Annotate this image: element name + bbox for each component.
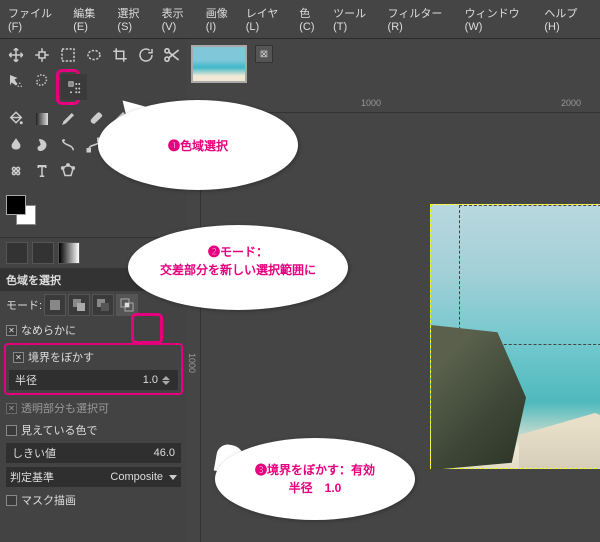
free-select-icon[interactable] [30, 69, 54, 93]
callout-2: ❷モード： 交差部分を新しい選択範囲に [128, 225, 348, 310]
gradient-preview-icon[interactable] [58, 242, 80, 264]
fg-color-swatch[interactable] [6, 195, 26, 215]
menu-window[interactable]: ウィンドウ(W) [461, 2, 541, 36]
mode-subtract-icon[interactable] [92, 294, 114, 316]
pencil-tool-icon[interactable] [56, 107, 80, 131]
radius-label: 半径 [15, 372, 37, 388]
criteria-select[interactable]: 判定基準 Composite [6, 467, 181, 487]
mode-add-icon[interactable] [68, 294, 90, 316]
highlight-feather: 境界をぼかす 半径 1.0 [4, 343, 183, 395]
image-thumbnail[interactable] [191, 45, 247, 83]
radius-value: 1.0 [143, 374, 158, 386]
smooth-checkbox[interactable] [6, 325, 17, 336]
callout-3: ❸境界をぼかす：有効 半径 1.0 [215, 438, 415, 520]
fuzzy-select-icon[interactable] [4, 69, 28, 93]
smooth-label: なめらかに [21, 322, 76, 338]
ruler-tick: 1000 [187, 353, 197, 373]
menu-color[interactable]: 色(C) [295, 2, 329, 36]
menu-file[interactable]: ファイル(F) [4, 2, 69, 36]
warp-tool-icon[interactable] [56, 133, 80, 157]
close-tab-icon[interactable]: ⊠ [255, 45, 273, 63]
callout-1: ❶色域選択 [98, 100, 298, 190]
brush-preview-icon[interactable] [6, 242, 28, 264]
move-tool-icon[interactable] [4, 43, 28, 67]
image-beach [519, 413, 600, 468]
menu-select[interactable]: 選択(S) [113, 2, 157, 36]
mask-label: マスク描画 [21, 492, 76, 508]
menu-view[interactable]: 表示(V) [158, 2, 202, 36]
threshold-label: しきい値 [12, 445, 56, 461]
callout-1-text: ❶色域選択 [168, 137, 228, 154]
radius-spinner[interactable] [162, 376, 172, 385]
heal-tool-icon[interactable] [4, 159, 28, 183]
menu-image[interactable]: 画像(I) [202, 2, 242, 36]
text-tool-icon[interactable] [30, 159, 54, 183]
ink-tool-icon[interactable] [4, 133, 28, 157]
mode-label: モード: [6, 297, 42, 313]
criteria-value: Composite [110, 471, 163, 483]
ellipse-select-icon[interactable] [82, 43, 106, 67]
mode-intersect-icon[interactable] [116, 294, 138, 316]
rotate-tool-icon[interactable] [134, 43, 158, 67]
visible-row: 見えている色で [0, 419, 187, 441]
visible-label: 見えている色で [21, 422, 97, 438]
feather-row: 境界をぼかす [7, 346, 180, 368]
radius-field[interactable]: 半径 1.0 [9, 370, 178, 390]
smudge-tool-icon[interactable] [30, 133, 54, 157]
mask-row: マスク描画 [0, 489, 187, 511]
select-by-color-icon[interactable] [61, 74, 87, 100]
callout-3-line1: ❸境界をぼかす：有効 [255, 461, 375, 479]
callout-2-line2: 交差部分を新しい選択範囲に [150, 261, 326, 279]
rect-select-icon[interactable] [56, 43, 80, 67]
bucket-fill-icon[interactable] [4, 107, 28, 131]
menu-edit[interactable]: 編集(E) [69, 2, 113, 36]
cage-tool-icon[interactable] [56, 159, 80, 183]
smooth-row: なめらかに [0, 319, 187, 341]
align-tool-icon[interactable] [30, 43, 54, 67]
threshold-field[interactable]: しきい値 46.0 [6, 443, 181, 463]
menu-layer[interactable]: レイヤ(L) [242, 2, 296, 36]
mode-replace-icon[interactable] [44, 294, 66, 316]
menu-help[interactable]: ヘルプ(H) [540, 2, 596, 36]
callout-2-line1: ❷モード： [150, 243, 326, 261]
mask-checkbox[interactable] [6, 495, 17, 506]
color-swatches[interactable] [6, 195, 40, 229]
ruler-tick: 1000 [361, 98, 381, 108]
transparent-row: 透明部分も選択可 [0, 397, 187, 419]
gradient-tool-icon[interactable] [30, 107, 54, 131]
menu-tools[interactable]: ツール(T) [329, 2, 383, 36]
highlight-color-select [56, 69, 80, 105]
crop-tool-icon[interactable] [108, 43, 132, 67]
selection-marquee [459, 205, 600, 345]
criteria-label: 判定基準 [10, 469, 110, 485]
transparent-checkbox[interactable] [6, 403, 17, 414]
callout-3-line2: 半径 1.0 [289, 479, 342, 497]
feather-label: 境界をぼかす [28, 349, 94, 365]
feather-checkbox[interactable] [13, 352, 24, 363]
paintbrush-icon[interactable] [82, 107, 106, 131]
menu-filter[interactable]: フィルター(R) [384, 2, 461, 36]
visible-checkbox[interactable] [6, 425, 17, 436]
scissors-icon[interactable] [160, 43, 184, 67]
canvas-image[interactable] [430, 204, 600, 469]
threshold-value: 46.0 [154, 447, 175, 459]
dropdown-arrow-icon [169, 475, 177, 480]
image-foreground [431, 325, 526, 470]
transparent-label: 透明部分も選択可 [21, 400, 109, 416]
pattern-preview-icon[interactable] [32, 242, 54, 264]
menu-bar: ファイル(F) 編集(E) 選択(S) 表示(V) 画像(I) レイヤ(L) 色… [0, 0, 600, 39]
ruler-tick: 2000 [561, 98, 581, 108]
